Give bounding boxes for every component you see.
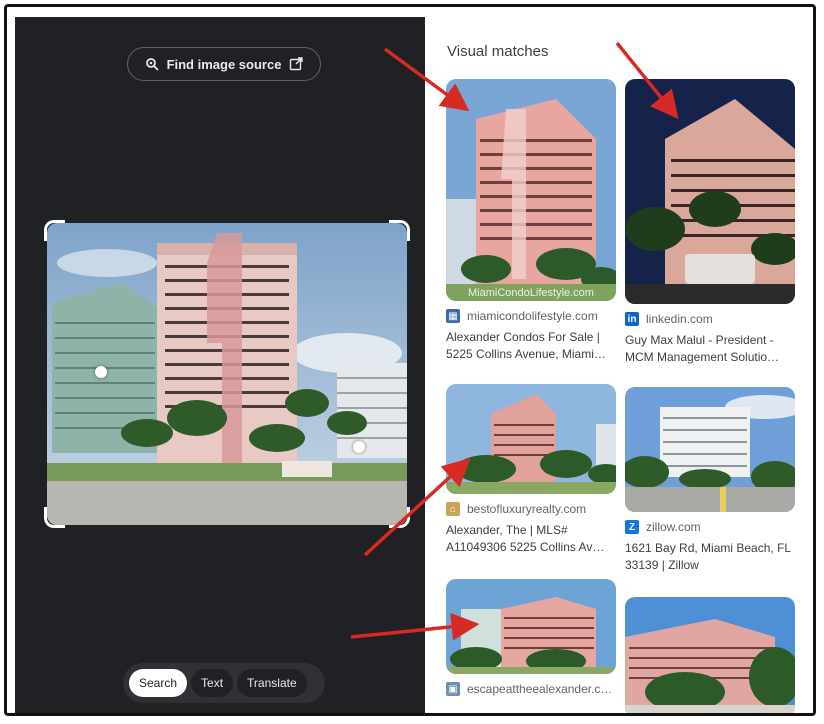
- result-thumbnail[interactable]: MiamiCondoLifestyle.com: [446, 79, 616, 301]
- result-title[interactable]: Alexander Condos For Sale | 5225 Collins…: [446, 329, 616, 363]
- result-card[interactable]: [625, 597, 795, 713]
- result-source[interactable]: ⌂ bestofluxuryrealty.com: [446, 502, 616, 516]
- result-title[interactable]: 1621 Bay Rd, Miami Beach, FL 33139 | Zil…: [625, 540, 795, 574]
- result-card[interactable]: Z zillow.com 1621 Bay Rd, Miami Beach, F…: [625, 387, 795, 574]
- result-site-name: linkedin.com: [646, 312, 713, 326]
- result-title[interactable]: Alexander, The | MLS# A11049306 5225 Col…: [446, 522, 616, 556]
- zillow-icon: Z: [625, 520, 639, 534]
- result-site-name: bestofluxuryrealty.com: [467, 502, 587, 516]
- result-thumbnail[interactable]: [446, 384, 616, 494]
- linkedin-icon: in: [625, 312, 639, 326]
- home-favicon-icon: ⌂: [446, 502, 460, 516]
- region-handle-right[interactable]: [353, 441, 365, 453]
- lens-mode-switcher: Search Text Translate: [123, 663, 325, 703]
- crop-corner-bottom-right[interactable]: [389, 507, 410, 528]
- result-source[interactable]: ▣ escapeattheealexander.c…: [446, 682, 616, 696]
- building-favicon-icon: ▦: [446, 309, 460, 323]
- result-site-name: zillow.com: [646, 520, 701, 534]
- result-card[interactable]: MiamiCondoLifestyle.com ▦ miamicondolife…: [446, 79, 616, 363]
- mode-text-button[interactable]: Text: [191, 669, 234, 697]
- lens-image-panel: Find image source Search Text Translate: [15, 17, 425, 713]
- result-source[interactable]: Z zillow.com: [625, 520, 795, 534]
- result-thumbnail[interactable]: [446, 579, 616, 674]
- photo-favicon-icon: ▣: [446, 682, 460, 696]
- selected-image-area[interactable]: [44, 220, 410, 528]
- find-image-source-button[interactable]: Find image source: [127, 47, 321, 81]
- result-site-name: miamicondolifestyle.com: [467, 309, 598, 323]
- result-source[interactable]: in linkedin.com: [625, 312, 795, 326]
- mode-translate-button[interactable]: Translate: [237, 669, 307, 697]
- crop-corner-top-left[interactable]: [44, 220, 65, 241]
- result-title[interactable]: Guy Max Malul - President - MCM Manageme…: [625, 332, 795, 366]
- result-thumbnail[interactable]: [625, 387, 795, 512]
- visual-matches-panel: Visual matches MiamiCondoLifestyle.com ▦…: [425, 17, 813, 713]
- screenshot-frame: Find image source Search Text Translate …: [4, 4, 816, 716]
- find-image-source-label: Find image source: [166, 56, 282, 72]
- building-photo: [47, 223, 407, 525]
- result-thumbnail[interactable]: [625, 79, 795, 304]
- result-thumbnail[interactable]: [625, 597, 795, 713]
- result-source[interactable]: ▦ miamicondolifestyle.com: [446, 309, 616, 323]
- visual-matches-heading: Visual matches: [447, 43, 549, 60]
- result-card[interactable]: in linkedin.com Guy Max Malul - Presiden…: [625, 79, 795, 366]
- lens-search-icon: [145, 57, 159, 71]
- open-in-new-icon: [289, 57, 304, 71]
- result-card[interactable]: ▣ escapeattheealexander.c…: [446, 579, 616, 696]
- result-site-name: escapeattheealexander.c…: [467, 682, 613, 696]
- mode-search-button[interactable]: Search: [129, 669, 188, 697]
- result-card[interactable]: ⌂ bestofluxuryrealty.com Alexander, The …: [446, 384, 616, 556]
- crop-corner-bottom-left[interactable]: [44, 507, 65, 528]
- region-handle-left[interactable]: [95, 366, 107, 378]
- thumbnail-watermark: MiamiCondoLifestyle.com: [468, 287, 594, 299]
- crop-corner-top-right[interactable]: [389, 220, 410, 241]
